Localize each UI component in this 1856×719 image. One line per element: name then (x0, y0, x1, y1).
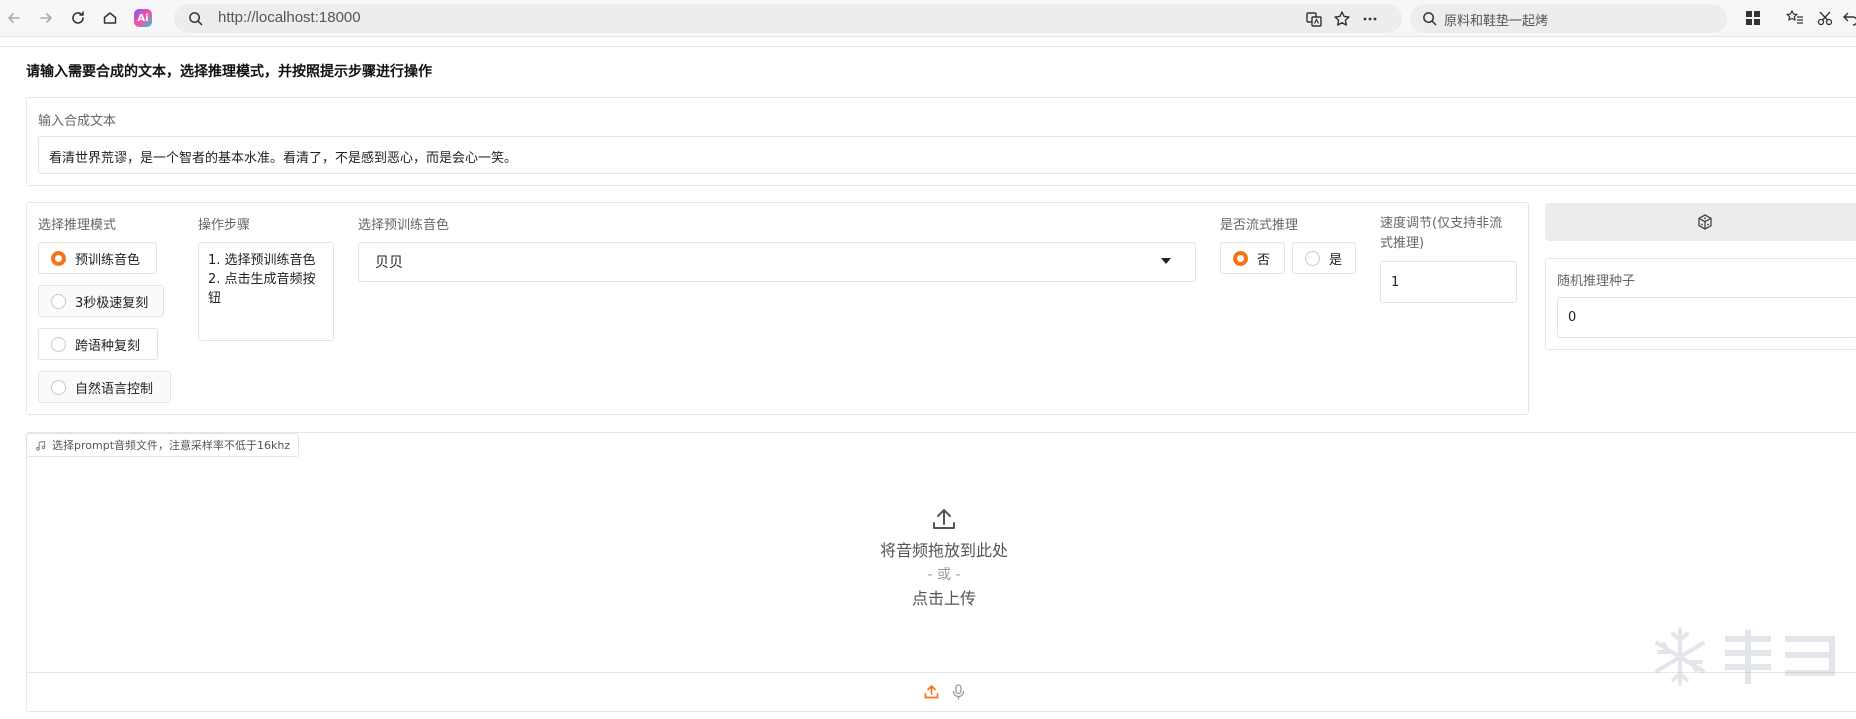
steps-box: 1. 选择预训练音色 2. 点击生成音频按 钮 (198, 242, 334, 341)
or-text: - 或 - (927, 567, 961, 583)
microphone-icon[interactable] (950, 683, 967, 700)
home-icon[interactable] (100, 8, 120, 28)
mode-option-label: 预训练音色 (75, 252, 141, 268)
speed-label: 速度调节(仅支持非流 式推理) (1380, 214, 1502, 254)
search-icon (1423, 12, 1437, 26)
options-panel: 选择推理模式 预训练音色 3秒极速复刻 跨语种复刻 自然语言控制 操作步骤 1.… (26, 202, 1529, 415)
browser-toolbar: Ai http://localhost:18000 原料和鞋垫一起烤 (0, 0, 1856, 37)
search-box[interactable]: 原料和鞋垫一起烤 (1410, 4, 1727, 33)
steps-line: 钮 (208, 291, 222, 306)
speed-input[interactable]: 1 (1380, 261, 1517, 303)
radio-checked-icon (51, 250, 66, 266)
prompt-audio-label: 选择prompt音频文件，注意采样率不低于16khz (26, 433, 300, 457)
random-seed-button[interactable] (1545, 203, 1856, 241)
voice-label: 选择预训练音色 (358, 218, 450, 233)
mode-label: 选择推理模式 (38, 218, 117, 233)
mode-option-label: 自然语言控制 (75, 381, 154, 397)
radio-unchecked-icon (51, 379, 66, 395)
undo-icon[interactable] (1842, 9, 1856, 27)
seed-panel: 随机推理种子 0 (1545, 258, 1856, 350)
radio-unchecked-icon (51, 293, 66, 309)
seed-input[interactable]: 0 (1557, 297, 1856, 338)
prompt-audio-label-text: 选择prompt音频文件，注意采样率不低于16khz (52, 439, 291, 452)
refresh-icon[interactable] (68, 8, 88, 28)
mode-option-3s-clone[interactable]: 3秒极速复刻 (38, 285, 164, 317)
page-title: 请输入需要合成的文本，选择推理模式，并按照提示步骤进行操作 (26, 64, 432, 80)
upload-prompt[interactable]: 将音频拖放到此处 - 或 - 点击上传 (844, 505, 1044, 611)
caret-down-icon (1161, 258, 1171, 264)
streaming-option-label: 否 (1257, 252, 1271, 268)
grid-icon[interactable] (1744, 9, 1762, 27)
upload-icon (933, 509, 955, 529)
radio-checked-icon (1233, 250, 1248, 266)
back-icon[interactable] (4, 8, 24, 28)
scissors-icon[interactable] (1816, 9, 1834, 27)
upload-source-icon[interactable] (923, 683, 940, 700)
radio-unchecked-icon (51, 336, 66, 352)
address-bar[interactable]: http://localhost:18000 (174, 4, 1402, 33)
mode-option-pretrained[interactable]: 预训练音色 (38, 242, 157, 274)
dice-icon (1698, 214, 1712, 230)
favorites-icon[interactable] (1786, 9, 1804, 27)
page-top-divider (0, 46, 1856, 47)
streaming-option-label: 是 (1329, 252, 1343, 268)
ai-assistant-icon[interactable]: Ai (134, 9, 152, 27)
search-icon (189, 12, 203, 26)
seed-label: 随机推理种子 (1557, 274, 1636, 289)
music-note-icon (36, 440, 46, 450)
url-text: http://localhost:18000 (218, 9, 361, 26)
mode-option-label: 跨语种复刻 (75, 338, 141, 354)
streaming-option-yes[interactable]: 是 (1292, 242, 1356, 274)
forward-icon[interactable] (36, 8, 56, 28)
steps-label: 操作步骤 (198, 218, 251, 233)
synth-text-panel: 输入合成文本 看清世界荒谬，是一个智者的基本水准。看清了，不是感到恶心，而是会心… (26, 97, 1856, 186)
speed-label-line1: 速度调节(仅支持非流 (1380, 216, 1503, 231)
steps-line: 1. 选择预训练音色 (208, 253, 316, 268)
speed-label-line2: 式推理) (1380, 236, 1425, 251)
watermark-logo (1655, 628, 1835, 686)
streaming-option-no[interactable]: 否 (1220, 242, 1285, 274)
mode-option-instruct[interactable]: 自然语言控制 (38, 371, 171, 403)
synth-text-label: 输入合成文本 (38, 114, 117, 129)
star-icon[interactable] (1333, 10, 1351, 28)
click-upload-text[interactable]: 点击上传 (844, 587, 1044, 611)
mode-option-cross-lingual[interactable]: 跨语种复刻 (38, 328, 158, 360)
streaming-label: 是否流式推理 (1220, 218, 1299, 233)
synth-text-input[interactable]: 看清世界荒谬，是一个智者的基本水准。看清了，不是感到恶心，而是会心一笑。 (38, 136, 1856, 174)
voice-dropdown[interactable]: 贝贝 (358, 242, 1196, 282)
mode-option-label: 3秒极速复刻 (75, 295, 149, 311)
search-text: 原料和鞋垫一起烤 (1444, 14, 1549, 29)
upload-footer-divider (26, 672, 1856, 673)
translate-icon[interactable] (1305, 10, 1323, 28)
more-icon[interactable] (1361, 10, 1379, 28)
voice-selected: 贝贝 (375, 255, 403, 271)
radio-unchecked-icon (1305, 250, 1320, 266)
steps-line: 2. 点击生成音频按 (208, 272, 316, 287)
drop-text: 将音频拖放到此处 (879, 541, 1008, 560)
